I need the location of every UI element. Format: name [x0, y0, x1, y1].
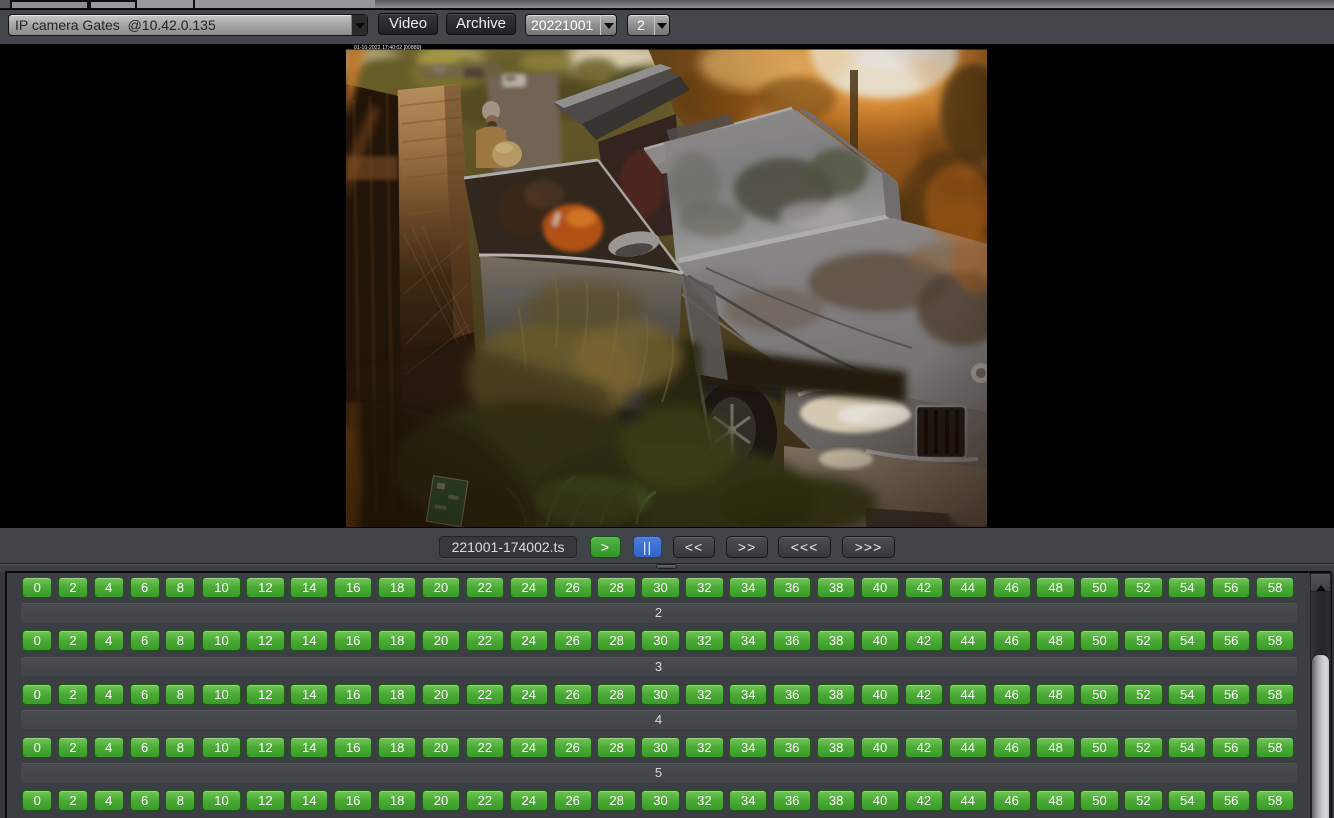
svg-text:01-10-2022 17:40:02 [00889]: 01-10-2022 17:40:02 [00889]	[354, 45, 421, 51]
